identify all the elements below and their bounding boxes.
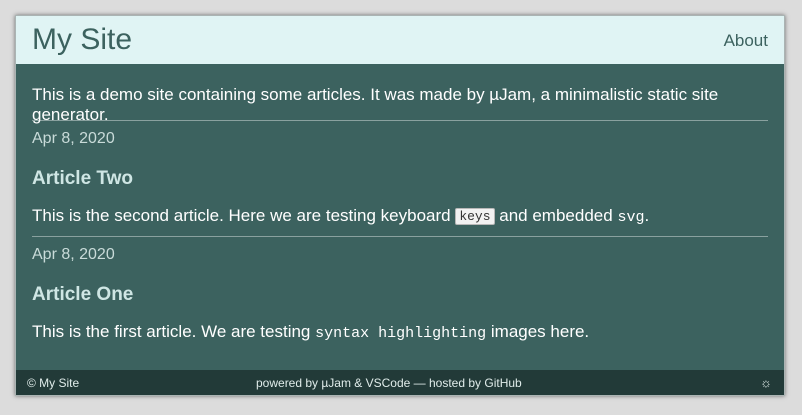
intro-text: This is a demo site containing some arti… <box>32 85 719 124</box>
footer-credits: powered by µJam & VSCode — hosted by Git… <box>256 376 522 390</box>
sun-icon[interactable]: ☼ <box>760 375 772 390</box>
main-content: This is a demo site containing some arti… <box>16 64 784 352</box>
article-summary: This is the second article. Here we are … <box>32 206 768 236</box>
summary-text: This is the first article. We are testin… <box>32 322 316 341</box>
article-summary: This is the first article. We are testin… <box>32 322 768 352</box>
summary-text: This is the second article. Here we are … <box>32 206 456 225</box>
site-title-link[interactable]: My Site <box>32 23 132 57</box>
page-container: My Site About This is a demo site contai… <box>15 15 785 396</box>
kbd-keys: keys <box>455 208 495 225</box>
summary-text: . <box>644 206 650 225</box>
inline-code: svg <box>617 209 645 226</box>
article-title-link[interactable]: Article Two <box>32 157 768 206</box>
summary-text: and embedded <box>494 206 618 225</box>
article-title-link[interactable]: Article One <box>32 273 768 322</box>
article-date: Apr 8, 2020 <box>32 130 115 147</box>
footer-copyright: © My Site <box>27 376 80 390</box>
summary-text: images here. <box>486 322 590 341</box>
article-date: Apr 8, 2020 <box>32 246 115 263</box>
article-item: Apr 8, 2020 Article Two This is the seco… <box>32 121 768 236</box>
site-footer: © My Site powered by µJam & VSCode — hos… <box>16 370 784 395</box>
article-item: Apr 8, 2020 Article One This is the firs… <box>32 237 768 352</box>
site-header: My Site About <box>16 16 784 64</box>
nav-about-link[interactable]: About <box>724 31 768 51</box>
inline-code: syntax highlighting <box>315 325 487 342</box>
